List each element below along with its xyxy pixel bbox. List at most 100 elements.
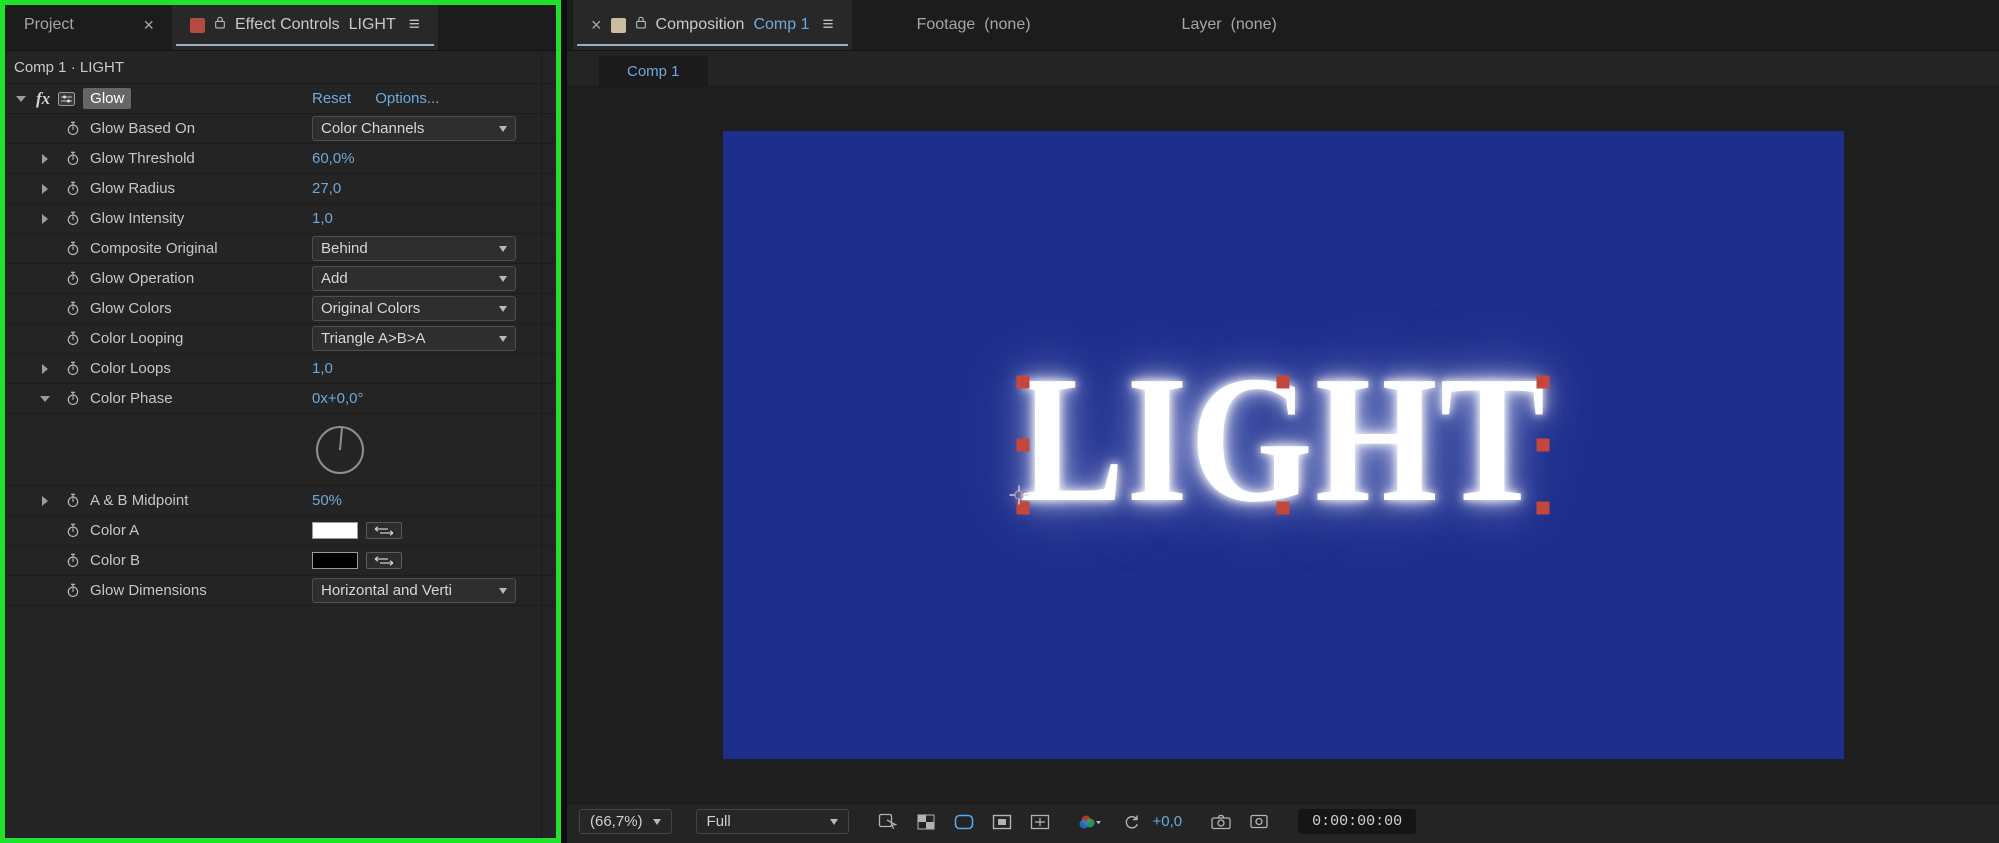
show-channel-icon[interactable]	[1075, 810, 1105, 834]
tab-footage-value: (none)	[984, 16, 1031, 33]
expand-chevron-icon[interactable]	[42, 363, 48, 374]
selection-handle-bottom-right[interactable]	[1536, 501, 1550, 515]
stopwatch-icon[interactable]	[62, 241, 84, 256]
color-looping-dropdown[interactable]: Triangle A>B>A	[312, 326, 516, 351]
color-a-swatch[interactable]	[312, 522, 358, 539]
close-icon[interactable]: ×	[143, 16, 154, 34]
composition-panel: × Composition Comp 1 ≡ Footage (none) La…	[567, 0, 1999, 843]
color-b-swatch[interactable]	[312, 552, 358, 569]
color-phase-dial-row	[0, 414, 561, 486]
expand-chevron-icon[interactable]	[42, 495, 48, 506]
param-label: Glow Operation	[90, 270, 195, 287]
stopwatch-icon[interactable]	[62, 211, 84, 226]
comp-toolbar: (66,7%) Full +0,0 0:00:00:00	[567, 803, 1999, 843]
panel-menu-icon[interactable]: ≡	[409, 14, 420, 36]
stopwatch-icon[interactable]	[62, 301, 84, 316]
expand-chevron-icon[interactable]	[42, 213, 48, 224]
color-b-arrows-icon[interactable]	[366, 552, 402, 569]
tab-project[interactable]: Project ×	[6, 0, 172, 50]
stopwatch-icon[interactable]	[62, 583, 84, 598]
param-label: Glow Dimensions	[90, 582, 207, 599]
selection-handle-mid-left[interactable]	[1016, 438, 1030, 452]
grid-guides-icon[interactable]	[1025, 810, 1055, 834]
param-row-color-a: Color A	[0, 516, 561, 546]
lock-icon[interactable]	[214, 16, 226, 34]
param-row-glow-based-on: Glow Based On Color Channels	[0, 114, 561, 144]
expand-chevron-icon[interactable]	[42, 183, 48, 194]
tab-layer[interactable]: Layer (none)	[1164, 0, 1295, 50]
tab-composition[interactable]: × Composition Comp 1 ≡	[573, 0, 852, 50]
param-label: A & B Midpoint	[90, 492, 189, 509]
tab-layer-value: (none)	[1230, 16, 1277, 33]
collapse-chevron-icon[interactable]	[16, 95, 26, 102]
tab-effect-controls-comp: LIGHT	[348, 16, 396, 33]
panel-menu-icon[interactable]: ≡	[822, 14, 833, 36]
expand-chevron-icon[interactable]	[42, 153, 48, 164]
effect-controls-panel: Project × Effect Controls LIGHT ≡ Comp 1…	[0, 0, 561, 843]
glow-threshold-value[interactable]: 60,0%	[312, 150, 355, 167]
color-loops-value[interactable]: 1,0	[312, 360, 333, 377]
timecode-display[interactable]: 0:00:00:00	[1298, 809, 1417, 834]
chevron-down-icon	[499, 305, 507, 312]
resolution-value: Full	[706, 813, 731, 830]
composite-original-dropdown[interactable]: Behind	[312, 236, 516, 261]
param-label: Color B	[90, 552, 141, 569]
color-phase-dial[interactable]	[312, 422, 368, 478]
param-row-color-looping: Color Looping Triangle A>B>A	[0, 324, 561, 354]
glow-dimensions-dropdown[interactable]: Horizontal and Verti	[312, 578, 516, 603]
param-row-color-b: Color B	[0, 546, 561, 576]
glow-colors-dropdown[interactable]: Original Colors	[312, 296, 516, 321]
comp-canvas[interactable]: LIGHT	[722, 131, 1844, 759]
exposure-value[interactable]: +0,0	[1153, 813, 1183, 830]
color-phase-value[interactable]: 0x+0,0°	[312, 390, 363, 407]
effect-header: fx Glow Reset Options...	[0, 84, 561, 114]
after-effects-window: Project × Effect Controls LIGHT ≡ Comp 1…	[0, 0, 1999, 843]
zoom-dropdown[interactable]: (66,7%)	[579, 809, 672, 834]
mask-visibility-icon[interactable]	[949, 810, 979, 834]
collapse-chevron-icon[interactable]	[40, 395, 50, 402]
stopwatch-icon[interactable]	[62, 331, 84, 346]
selection-handle-top-right[interactable]	[1536, 375, 1550, 389]
selection-handle-mid-right[interactable]	[1536, 438, 1550, 452]
show-snapshot-icon[interactable]	[1244, 810, 1274, 834]
selection-handle-top-center[interactable]	[1276, 375, 1290, 389]
stopwatch-icon[interactable]	[62, 523, 84, 538]
stopwatch-icon[interactable]	[62, 391, 84, 406]
take-snapshot-icon[interactable]	[1206, 810, 1236, 834]
tab-effect-controls[interactable]: Effect Controls LIGHT ≡	[172, 0, 438, 50]
preview-options-icon[interactable]	[873, 810, 903, 834]
region-of-interest-icon[interactable]	[987, 810, 1017, 834]
selection-handle-top-left[interactable]	[1016, 375, 1030, 389]
stopwatch-icon[interactable]	[62, 271, 84, 286]
stopwatch-icon[interactable]	[62, 121, 84, 136]
lock-icon[interactable]	[635, 16, 647, 34]
options-button[interactable]: Options...	[375, 90, 439, 107]
glow-intensity-value[interactable]: 1,0	[312, 210, 333, 227]
glow-based-on-dropdown[interactable]: Color Channels	[312, 116, 516, 141]
stopwatch-icon[interactable]	[62, 361, 84, 376]
stopwatch-icon[interactable]	[62, 553, 84, 568]
reset-exposure-icon[interactable]	[1117, 810, 1147, 834]
text-layer-selection[interactable]: LIGHT	[1009, 349, 1550, 531]
effect-name[interactable]: Glow	[83, 88, 132, 109]
stopwatch-icon[interactable]	[62, 151, 84, 166]
composition-viewer[interactable]: LIGHT	[567, 87, 1999, 803]
glow-operation-dropdown[interactable]: Add	[312, 266, 516, 291]
param-row-composite-original: Composite Original Behind	[0, 234, 561, 264]
tab-footage[interactable]: Footage (none)	[899, 0, 1049, 50]
anchor-point-icon[interactable]	[1009, 485, 1029, 510]
color-a-arrows-icon[interactable]	[366, 522, 402, 539]
param-label: Glow Radius	[90, 180, 176, 197]
glow-radius-value[interactable]: 27,0	[312, 180, 341, 197]
resolution-dropdown[interactable]: Full	[695, 809, 849, 834]
reset-button[interactable]: Reset	[312, 90, 351, 107]
param-label: Glow Intensity	[90, 210, 185, 227]
selection-handle-bottom-center[interactable]	[1276, 501, 1290, 515]
stopwatch-icon[interactable]	[62, 493, 84, 508]
stopwatch-icon[interactable]	[62, 181, 84, 196]
close-icon[interactable]: ×	[591, 16, 602, 34]
ab-midpoint-value[interactable]: 50%	[312, 492, 342, 509]
transparency-grid-icon[interactable]	[911, 810, 941, 834]
viewer-tab-comp1[interactable]: Comp 1	[599, 56, 708, 86]
viewer-tab-strip: Comp 1	[567, 51, 1999, 87]
